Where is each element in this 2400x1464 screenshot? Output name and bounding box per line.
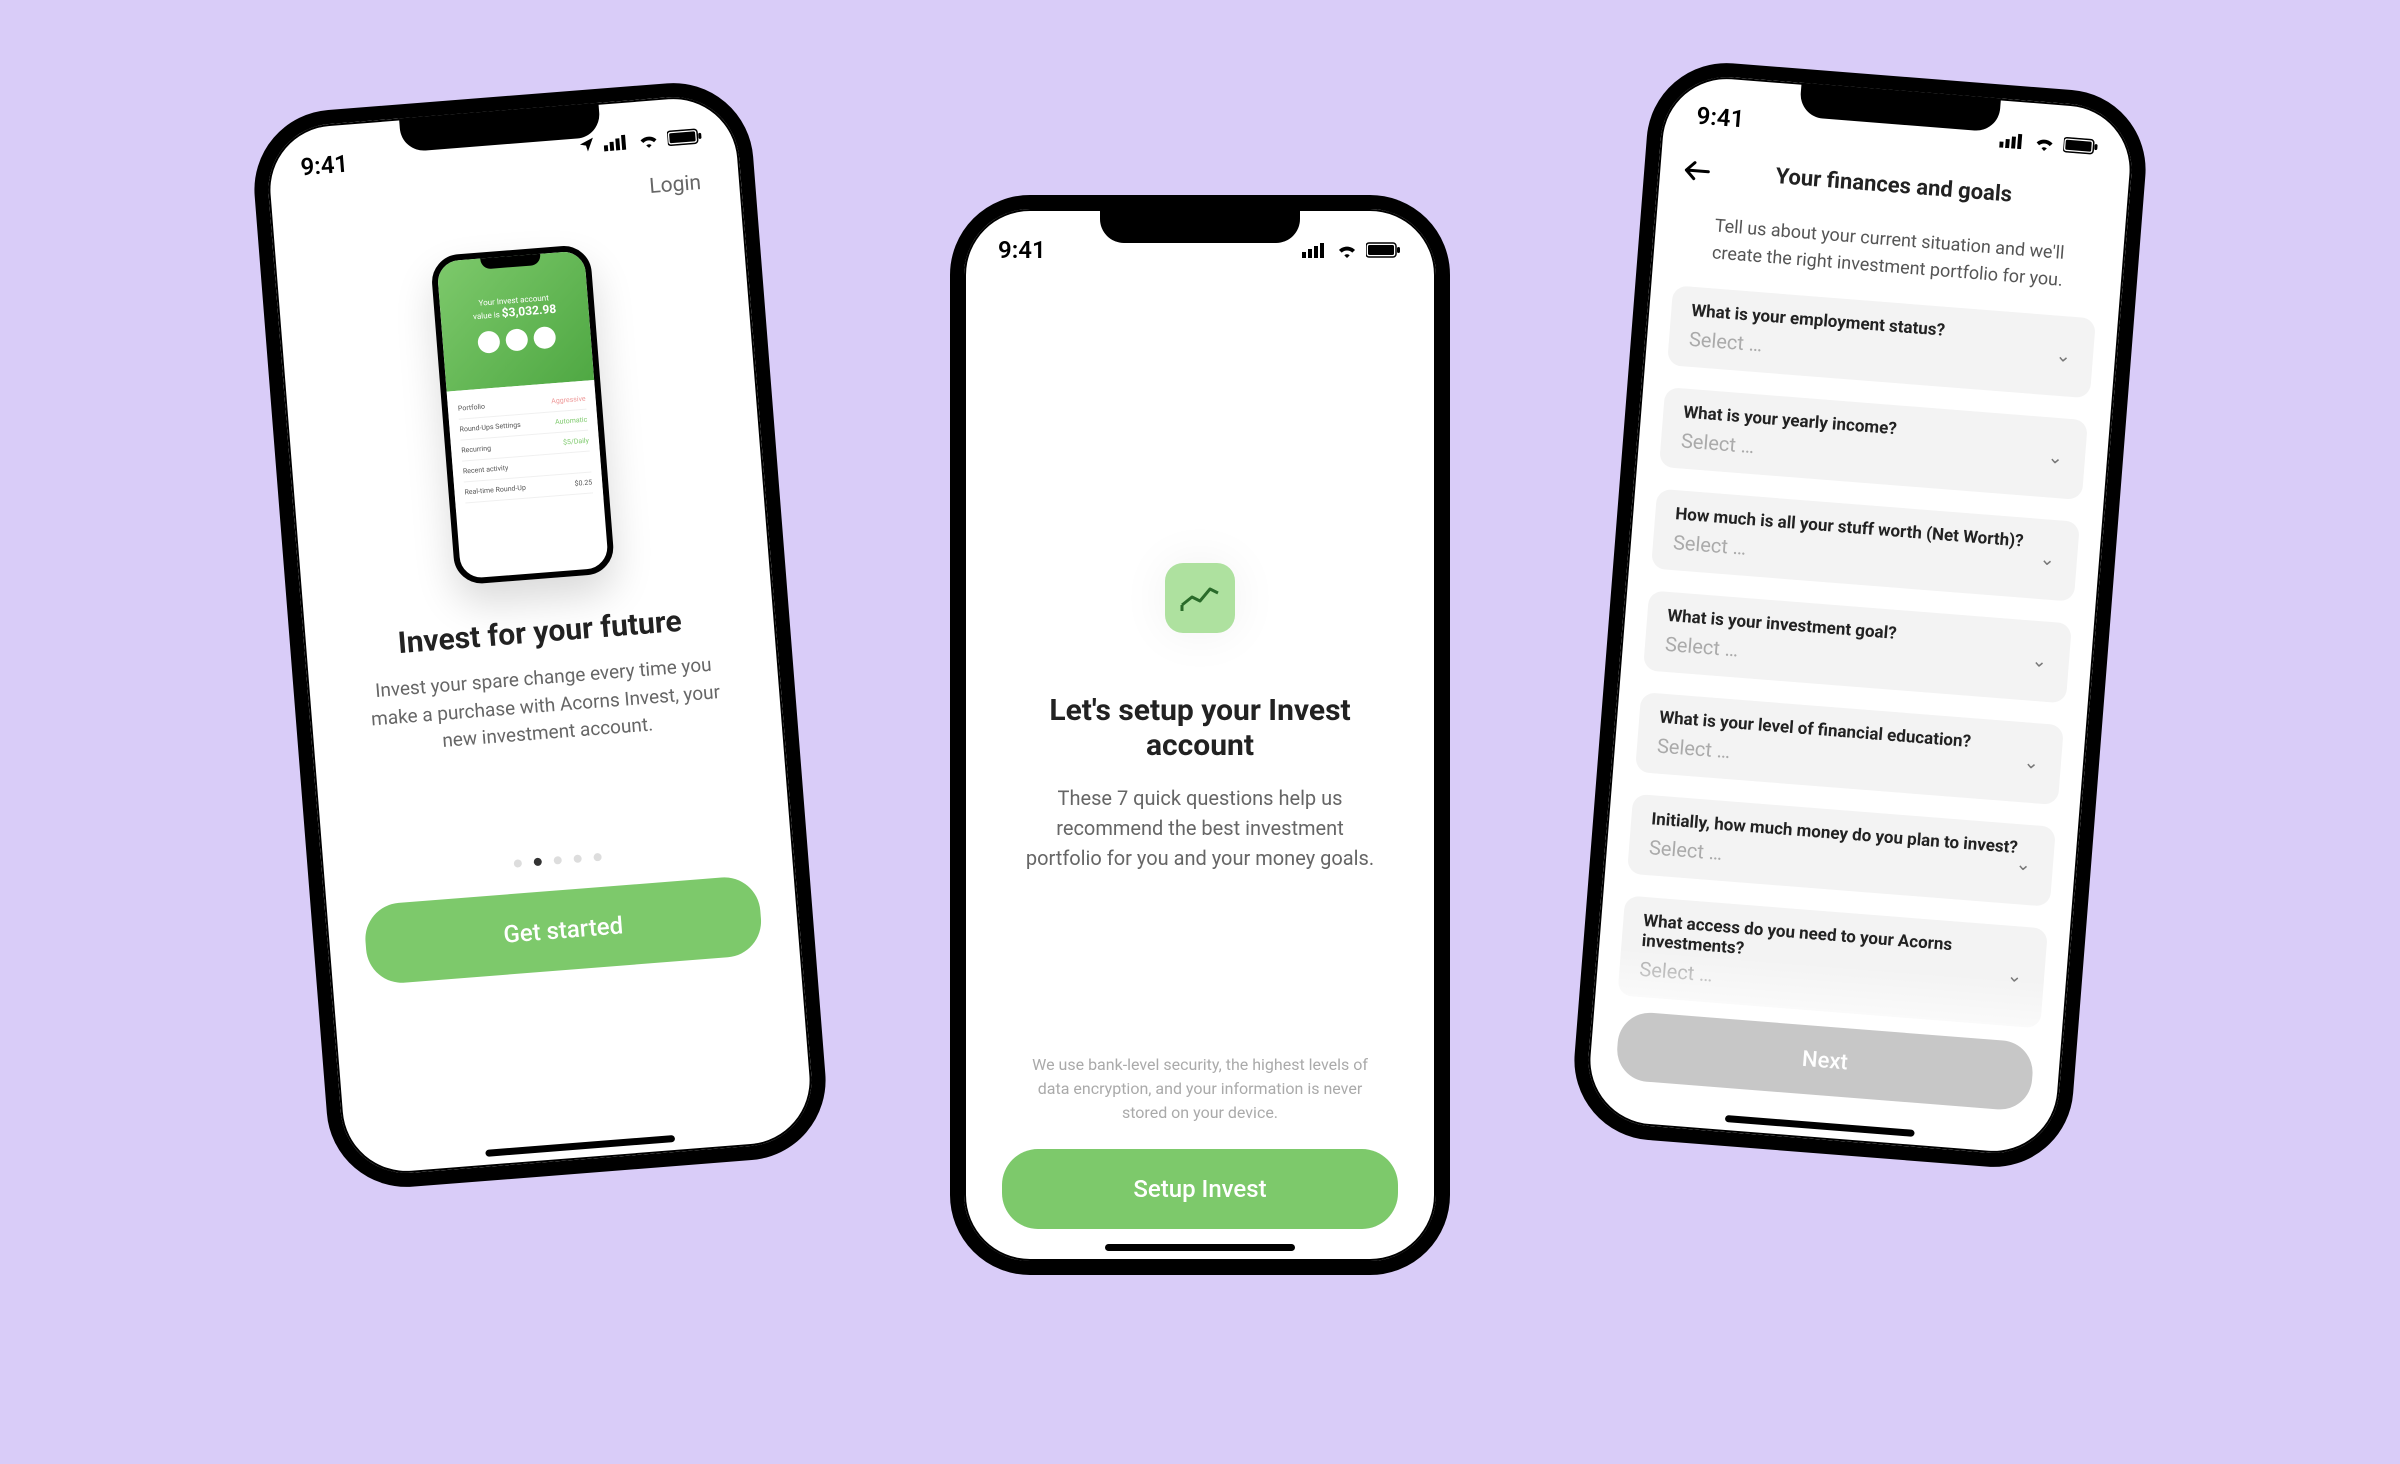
chevron-down-icon: ⌄ <box>2055 345 2072 367</box>
financial-education-select[interactable]: What is your level of financial educatio… <box>1635 692 2064 805</box>
wifi-icon <box>2033 134 2056 152</box>
investment-goal-select[interactable]: What is your investment goal? Select … ⌄ <box>1643 590 2072 703</box>
status-right-icons <box>577 127 704 155</box>
roundups-circle-icon <box>477 330 501 354</box>
onetime-circle-icon <box>505 328 529 352</box>
wifi-icon <box>637 131 660 149</box>
status-right-icons <box>1999 132 2100 156</box>
battery-icon <box>667 128 704 147</box>
initial-investment-select[interactable]: Initially, how much money do you plan to… <box>1627 794 2056 907</box>
cellular-icon <box>603 133 630 151</box>
status-time: 9:41 <box>1696 102 1746 134</box>
list-value: $5/Daily <box>563 437 589 447</box>
status-time: 9:41 <box>998 236 1046 264</box>
status-time: 9:41 <box>299 150 349 182</box>
wifi-icon <box>1336 242 1358 258</box>
investment-access-select[interactable]: What access do you need to your Acorns i… <box>1617 895 2048 1028</box>
list-label: Recurring <box>461 444 491 454</box>
questions-scroll-area[interactable]: What is your employment status? Select …… <box>1588 262 2121 1097</box>
page-dot[interactable] <box>573 854 582 863</box>
home-indicator[interactable] <box>1725 1115 1915 1137</box>
net-worth-select[interactable]: How much is all your stuff worth (Net Wo… <box>1651 489 2080 602</box>
list-value <box>590 458 591 466</box>
chevron-down-icon: ⌄ <box>2047 447 2064 469</box>
list-value: Automatic <box>555 416 588 427</box>
invest-balance: $3,032.98 <box>501 302 557 320</box>
list-label: Recent activity <box>463 464 509 476</box>
list-value: $0.25 <box>574 478 592 487</box>
list-value: Aggressive <box>551 395 586 406</box>
chevron-down-icon: ⌄ <box>2023 752 2040 774</box>
page-dot[interactable] <box>553 856 562 865</box>
battery-icon <box>2063 137 2100 156</box>
get-started-button[interactable]: Get started <box>363 874 764 985</box>
chevron-down-icon: ⌄ <box>2039 548 2056 570</box>
invest-preview-device: Your Invest account value is $3,032.98 P… <box>430 244 615 586</box>
invest-value-prefix: value is <box>473 310 502 321</box>
chevron-down-icon: ⌄ <box>2006 965 2023 987</box>
list-label: Real-time Round-Up <box>464 484 526 497</box>
chart-line-icon <box>1165 563 1235 633</box>
page-dot[interactable] <box>593 853 602 862</box>
phone-setup-intro: 9:41 Let's setup your Invest account The… <box>950 195 1450 1275</box>
device-notch <box>1100 207 1300 243</box>
chevron-down-icon: ⌄ <box>2015 854 2032 876</box>
invest-preview-header: Your Invest account value is $3,032.98 <box>436 250 594 391</box>
home-indicator[interactable] <box>1105 1244 1295 1251</box>
cellular-icon <box>1999 132 2026 150</box>
employment-status-select[interactable]: What is your employment status? Select …… <box>1667 285 2096 398</box>
cellular-icon <box>1302 242 1328 258</box>
page-title: Let's setup your Invest account <box>964 693 1436 763</box>
phone-finances-form: 9:41 Your finances and goals Tell us abo… <box>1568 57 2151 1173</box>
security-footnote: We use bank-level security, the highest … <box>964 1053 1436 1125</box>
battery-icon <box>1366 242 1402 258</box>
invest-action-circles <box>442 323 591 357</box>
chevron-down-icon: ⌄ <box>2031 650 2048 672</box>
withdraw-circle-icon <box>533 326 557 350</box>
list-label: Portfolio <box>458 403 486 413</box>
home-indicator[interactable] <box>485 1135 675 1157</box>
setup-invest-button[interactable]: Setup Invest <box>1002 1149 1398 1229</box>
page-indicator <box>322 837 793 882</box>
page-dot[interactable] <box>514 859 523 868</box>
list-label: Round-Ups Settings <box>459 421 521 434</box>
status-right-icons <box>1302 242 1402 258</box>
yearly-income-select[interactable]: What is your yearly income? Select … ⌄ <box>1659 387 2088 500</box>
invest-preview-list: Portfolio Aggressive Round-Ups Settings Au… <box>447 380 604 512</box>
page-description: These 7 quick questions help us recommen… <box>964 763 1436 873</box>
phone-onboarding-intro: 9:41 Login Your Invest account value is … <box>248 77 831 1193</box>
page-dot-active[interactable] <box>533 857 542 866</box>
